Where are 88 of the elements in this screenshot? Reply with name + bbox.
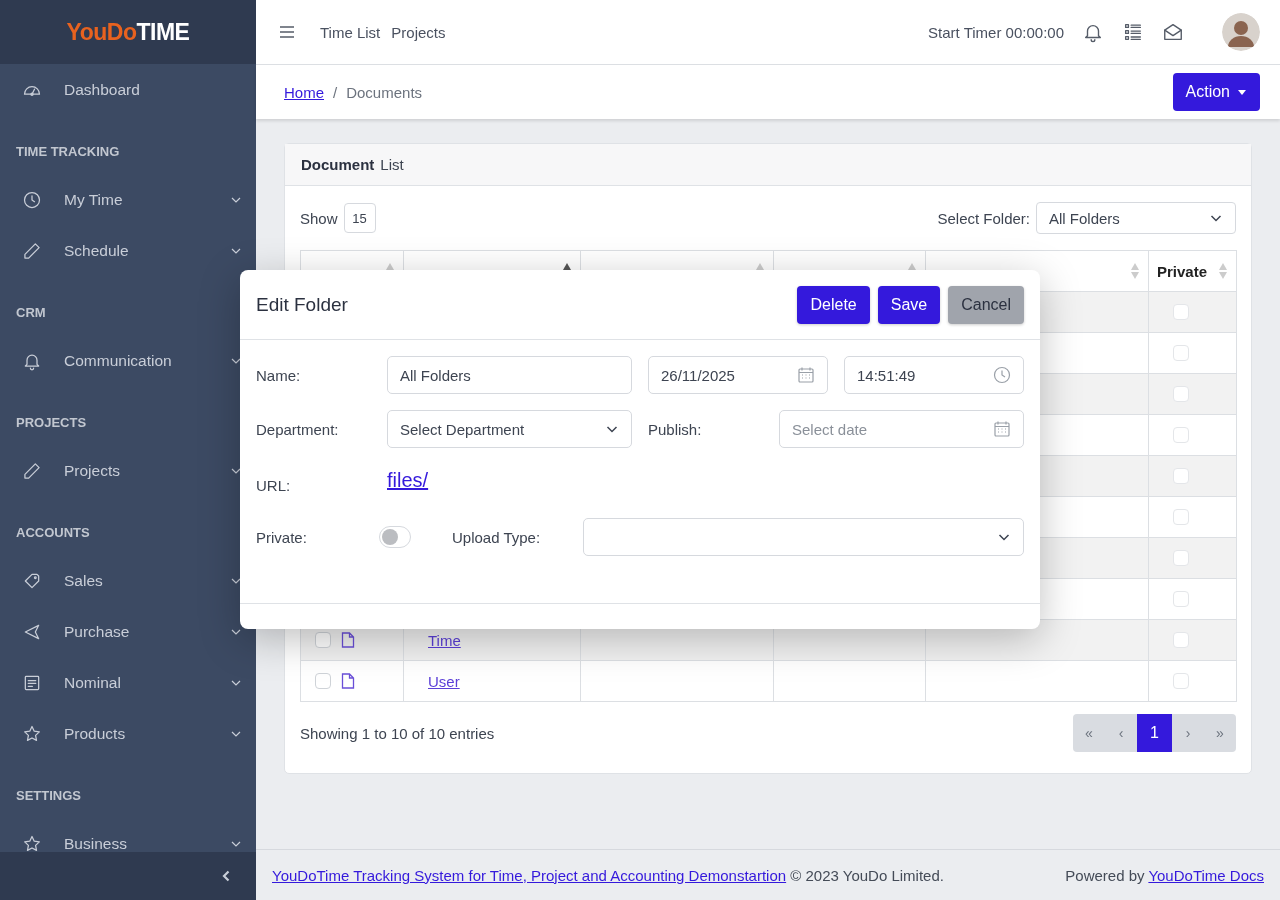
private-checkbox[interactable] — [1172, 304, 1189, 320]
clock-icon — [993, 366, 1011, 384]
row-checkbox[interactable] — [315, 673, 331, 689]
name-field[interactable]: All Folders — [387, 356, 632, 394]
avatar[interactable] — [1222, 13, 1260, 51]
logo: YouDo — [66, 18, 137, 46]
nav-link[interactable]: Time List — [320, 23, 381, 41]
page-button[interactable]: ‹ — [1105, 714, 1137, 752]
private-checkbox[interactable] — [1172, 591, 1189, 607]
page-button[interactable]: » — [1204, 714, 1236, 752]
page-button[interactable]: 1 — [1137, 714, 1172, 752]
sidebar-item[interactable]: Communication — [0, 335, 256, 386]
field-label: Name: — [256, 366, 302, 384]
department-select[interactable]: Select Department — [387, 410, 632, 448]
section-heading: CRM — [15, 304, 47, 322]
sidebar-item[interactable]: My Time — [0, 174, 256, 225]
powered-text: Powered by — [1065, 866, 1146, 884]
private-checkbox[interactable] — [1172, 386, 1189, 402]
collapse-icon[interactable] — [220, 869, 232, 883]
page-button[interactable]: › — [1172, 714, 1204, 752]
private-checkbox[interactable] — [1172, 345, 1189, 361]
breadcrumb-separator: / — [333, 83, 338, 101]
field-label: Department: — [256, 420, 340, 438]
section-heading: ACCOUNTS — [15, 524, 91, 542]
page-size-field[interactable]: 15 — [343, 203, 376, 233]
calendar-icon — [993, 420, 1011, 438]
folder-select[interactable]: All Folders — [1036, 202, 1236, 234]
section-heading: TIME TRACKING — [15, 143, 121, 161]
private-checkbox[interactable] — [1172, 673, 1189, 689]
folder-label: Select Folder: — [937, 209, 1030, 227]
private-checkbox[interactable] — [1172, 550, 1189, 566]
star-icon — [22, 723, 42, 744]
section-heading: SETTINGS — [15, 787, 82, 805]
section-heading: PROJECTS — [15, 414, 88, 432]
sidebar-item[interactable]: Sales — [0, 555, 256, 606]
menu-icon[interactable] — [278, 23, 296, 41]
sidebar-item[interactable]: Dashboard — [0, 64, 256, 115]
sidebar-item[interactable]: Schedule — [0, 225, 256, 276]
breadcrumb-link[interactable]: Home — [284, 83, 324, 101]
modal-title: Edit Folder — [256, 293, 349, 316]
entries-info: Showing 1 to 10 of 10 entries — [300, 724, 495, 742]
caret-icon — [1238, 89, 1246, 95]
copyright-text: © 2023 YouDo Limited. — [789, 866, 944, 884]
file-icon — [341, 632, 355, 648]
mail-icon[interactable] — [1162, 21, 1184, 43]
sidebar-item[interactable]: Nominal — [0, 657, 256, 708]
sidebar-item[interactable]: Business — [0, 818, 256, 852]
private-checkbox[interactable] — [1172, 632, 1189, 648]
private-checkbox[interactable] — [1172, 427, 1189, 443]
calendar-icon — [797, 366, 815, 384]
upload-type-select[interactable] — [583, 518, 1024, 556]
card-title: Document — [301, 156, 375, 173]
sort-icon[interactable] — [1130, 262, 1140, 280]
private-checkbox[interactable] — [1172, 468, 1189, 484]
field-label: Upload Type: — [452, 528, 542, 546]
modal-button[interactable]: Save — [877, 285, 941, 324]
file-icon — [341, 673, 355, 689]
private-checkbox[interactable] — [1172, 509, 1189, 525]
time-field[interactable]: 14:51:49 — [844, 356, 1024, 394]
modal-button[interactable]: Delete — [797, 285, 870, 324]
timer-button[interactable]: Start Timer 00:00:00 — [928, 23, 1064, 41]
field-label: Private: — [256, 528, 308, 546]
docs-link[interactable]: YouDoTime Docs — [1148, 866, 1264, 884]
document-link[interactable]: User — [428, 672, 460, 690]
card-title: List — [380, 156, 404, 173]
footer-link[interactable]: YouDoTime Tracking System for Time, Project and Accounting Demonstartion — [272, 866, 787, 884]
page-button[interactable]: « — [1073, 714, 1105, 752]
sort-icon[interactable] — [1218, 262, 1228, 280]
sidebar-item[interactable]: Projects — [0, 445, 256, 496]
nav-link[interactable]: Projects — [391, 23, 446, 41]
pencil-icon — [22, 460, 42, 481]
logo: TIME — [136, 18, 190, 46]
row-checkbox[interactable] — [315, 632, 331, 648]
sidebar-item[interactable]: Purchase — [0, 606, 256, 657]
list-icon[interactable] — [1122, 21, 1144, 43]
action-button[interactable]: Action — [1172, 73, 1260, 111]
document-link[interactable]: Time — [428, 631, 461, 649]
sidebar-item[interactable]: Products — [0, 708, 256, 759]
date-field[interactable]: 26/11/2025 — [648, 356, 828, 394]
breadcrumb-current: Documents — [346, 83, 423, 101]
star-icon — [22, 833, 42, 852]
modal-button[interactable]: Cancel — [948, 285, 1024, 324]
url-link[interactable]: files/ — [387, 468, 429, 492]
field-label: URL: — [256, 475, 292, 494]
field-label: Publish: — [648, 420, 703, 438]
show-label: Show — [300, 209, 338, 227]
pencil-icon — [22, 240, 42, 261]
clock-icon — [22, 189, 42, 210]
